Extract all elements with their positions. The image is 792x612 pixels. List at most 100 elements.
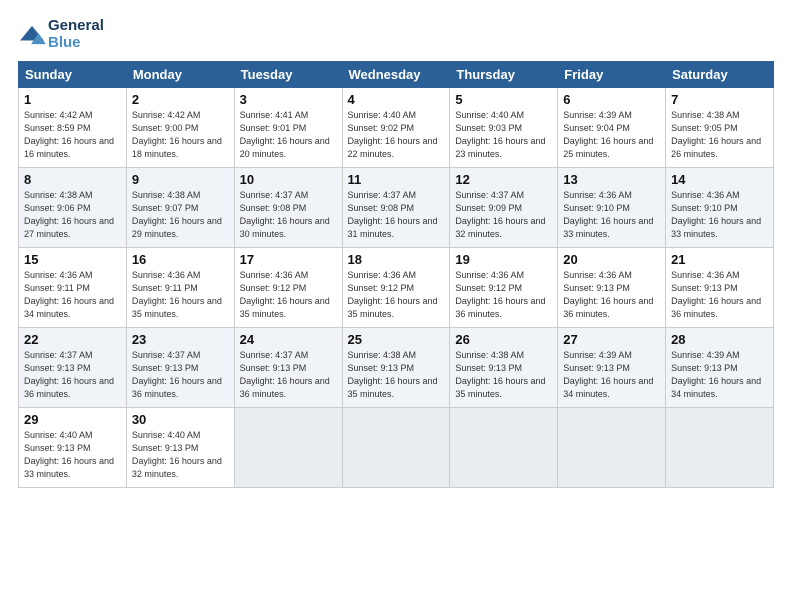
day-info: Sunrise: 4:38 AMSunset: 9:07 PMDaylight:… [132, 189, 229, 241]
day-number: 24 [240, 332, 337, 347]
day-info: Sunrise: 4:36 AMSunset: 9:12 PMDaylight:… [455, 269, 552, 321]
day-number: 6 [563, 92, 660, 107]
day-info: Sunrise: 4:39 AMSunset: 9:13 PMDaylight:… [563, 349, 660, 401]
day-number: 30 [132, 412, 229, 427]
calendar-cell: 10 Sunrise: 4:37 AMSunset: 9:08 PMDayligh… [234, 168, 342, 248]
day-info: Sunrise: 4:37 AMSunset: 9:08 PMDaylight:… [348, 189, 445, 241]
calendar-cell: 14 Sunrise: 4:36 AMSunset: 9:10 PMDayligh… [666, 168, 774, 248]
day-number: 13 [563, 172, 660, 187]
day-number: 14 [671, 172, 768, 187]
day-info: Sunrise: 4:42 AMSunset: 9:00 PMDaylight:… [132, 109, 229, 161]
day-number: 4 [348, 92, 445, 107]
day-info: Sunrise: 4:37 AMSunset: 9:08 PMDaylight:… [240, 189, 337, 241]
calendar-cell [234, 408, 342, 488]
calendar-cell [558, 408, 666, 488]
day-info: Sunrise: 4:38 AMSunset: 9:06 PMDaylight:… [24, 189, 121, 241]
day-info: Sunrise: 4:36 AMSunset: 9:11 PMDaylight:… [24, 269, 121, 321]
day-info: Sunrise: 4:36 AMSunset: 9:10 PMDaylight:… [563, 189, 660, 241]
day-number: 23 [132, 332, 229, 347]
calendar-cell: 4 Sunrise: 4:40 AMSunset: 9:02 PMDaylight… [342, 88, 450, 168]
day-info: Sunrise: 4:39 AMSunset: 9:04 PMDaylight:… [563, 109, 660, 161]
day-info: Sunrise: 4:36 AMSunset: 9:13 PMDaylight:… [563, 269, 660, 321]
calendar-cell: 6 Sunrise: 4:39 AMSunset: 9:04 PMDaylight… [558, 88, 666, 168]
calendar-cell: 13 Sunrise: 4:36 AMSunset: 9:10 PMDayligh… [558, 168, 666, 248]
calendar-cell: 11 Sunrise: 4:37 AMSunset: 9:08 PMDayligh… [342, 168, 450, 248]
calendar-cell: 20 Sunrise: 4:36 AMSunset: 9:13 PMDayligh… [558, 248, 666, 328]
day-info: Sunrise: 4:36 AMSunset: 9:12 PMDaylight:… [348, 269, 445, 321]
calendar-cell: 7 Sunrise: 4:38 AMSunset: 9:05 PMDaylight… [666, 88, 774, 168]
logo-text: General Blue [48, 18, 104, 51]
calendar-cell [450, 408, 558, 488]
day-number: 8 [24, 172, 121, 187]
calendar-table: SundayMondayTuesdayWednesdayThursdayFrid… [18, 61, 774, 488]
calendar-cell: 19 Sunrise: 4:36 AMSunset: 9:12 PMDayligh… [450, 248, 558, 328]
calendar-cell: 22 Sunrise: 4:37 AMSunset: 9:13 PMDayligh… [19, 328, 127, 408]
day-info: Sunrise: 4:38 AMSunset: 9:13 PMDaylight:… [455, 349, 552, 401]
calendar-cell: 24 Sunrise: 4:37 AMSunset: 9:13 PMDayligh… [234, 328, 342, 408]
day-number: 27 [563, 332, 660, 347]
day-number: 29 [24, 412, 121, 427]
day-info: Sunrise: 4:37 AMSunset: 9:13 PMDaylight:… [132, 349, 229, 401]
day-number: 2 [132, 92, 229, 107]
weekday-header: Saturday [666, 62, 774, 88]
day-info: Sunrise: 4:36 AMSunset: 9:10 PMDaylight:… [671, 189, 768, 241]
calendar-cell: 26Sunrise: 4:38 AMSunset: 9:13 PMDayligh… [450, 328, 558, 408]
logo-icon [18, 24, 46, 46]
day-info: Sunrise: 4:38 AMSunset: 9:05 PMDaylight:… [671, 109, 768, 161]
calendar-week-row: 1Sunrise: 4:42 AMSunset: 8:59 PMDaylight… [19, 88, 774, 168]
day-info: Sunrise: 4:38 AMSunset: 9:13 PMDaylight:… [348, 349, 445, 401]
calendar-cell: 21 Sunrise: 4:36 AMSunset: 9:13 PMDayligh… [666, 248, 774, 328]
calendar-cell: 18 Sunrise: 4:36 AMSunset: 9:12 PMDayligh… [342, 248, 450, 328]
calendar-cell: 30 Sunrise: 4:40 AMSunset: 9:13 PMDayligh… [126, 408, 234, 488]
day-number: 12 [455, 172, 552, 187]
weekday-header: Thursday [450, 62, 558, 88]
weekday-header: Friday [558, 62, 666, 88]
calendar-cell: 29 Sunrise: 4:40 AMSunset: 9:13 PMDayligh… [19, 408, 127, 488]
day-info: Sunrise: 4:36 AMSunset: 9:11 PMDaylight:… [132, 269, 229, 321]
day-number: 7 [671, 92, 768, 107]
weekday-header: Wednesday [342, 62, 450, 88]
day-number: 17 [240, 252, 337, 267]
calendar-cell: 15 Sunrise: 4:36 AMSunset: 9:11 PMDayligh… [19, 248, 127, 328]
calendar-cell: 1Sunrise: 4:42 AMSunset: 8:59 PMDaylight… [19, 88, 127, 168]
page: General Blue SundayMondayTuesdayWednesda… [0, 0, 792, 612]
day-number: 20 [563, 252, 660, 267]
day-info: Sunrise: 4:40 AMSunset: 9:03 PMDaylight:… [455, 109, 552, 161]
day-number: 21 [671, 252, 768, 267]
day-info: Sunrise: 4:37 AMSunset: 9:09 PMDaylight:… [455, 189, 552, 241]
day-number: 19 [455, 252, 552, 267]
day-number: 25 [348, 332, 445, 347]
day-number: 28 [671, 332, 768, 347]
day-info: Sunrise: 4:37 AMSunset: 9:13 PMDaylight:… [24, 349, 121, 401]
calendar-week-row: 8 Sunrise: 4:38 AMSunset: 9:06 PMDaylight… [19, 168, 774, 248]
day-info: Sunrise: 4:41 AMSunset: 9:01 PMDaylight:… [240, 109, 337, 161]
calendar-cell: 12 Sunrise: 4:37 AMSunset: 9:09 PMDayligh… [450, 168, 558, 248]
day-info: Sunrise: 4:40 AMSunset: 9:13 PMDaylight:… [24, 429, 121, 481]
calendar-cell: 5Sunrise: 4:40 AMSunset: 9:03 PMDaylight… [450, 88, 558, 168]
day-number: 10 [240, 172, 337, 187]
day-info: Sunrise: 4:40 AMSunset: 9:02 PMDaylight:… [348, 109, 445, 161]
calendar-cell: 2 Sunrise: 4:42 AMSunset: 9:00 PMDaylight… [126, 88, 234, 168]
calendar-cell: 27 Sunrise: 4:39 AMSunset: 9:13 PMDayligh… [558, 328, 666, 408]
day-info: Sunrise: 4:36 AMSunset: 9:12 PMDaylight:… [240, 269, 337, 321]
day-info: Sunrise: 4:37 AMSunset: 9:13 PMDaylight:… [240, 349, 337, 401]
calendar-cell [666, 408, 774, 488]
calendar-cell: 9 Sunrise: 4:38 AMSunset: 9:07 PMDaylight… [126, 168, 234, 248]
day-info: Sunrise: 4:40 AMSunset: 9:13 PMDaylight:… [132, 429, 229, 481]
day-info: Sunrise: 4:36 AMSunset: 9:13 PMDaylight:… [671, 269, 768, 321]
weekday-header: Tuesday [234, 62, 342, 88]
weekday-header: Monday [126, 62, 234, 88]
day-number: 18 [348, 252, 445, 267]
weekday-header: Sunday [19, 62, 127, 88]
calendar-cell: 23 Sunrise: 4:37 AMSunset: 9:13 PMDayligh… [126, 328, 234, 408]
day-number: 15 [24, 252, 121, 267]
day-number: 16 [132, 252, 229, 267]
calendar-cell: 8 Sunrise: 4:38 AMSunset: 9:06 PMDaylight… [19, 168, 127, 248]
day-number: 9 [132, 172, 229, 187]
calendar-cell: 16 Sunrise: 4:36 AMSunset: 9:11 PMDayligh… [126, 248, 234, 328]
day-number: 22 [24, 332, 121, 347]
day-info: Sunrise: 4:42 AMSunset: 8:59 PMDaylight:… [24, 109, 121, 161]
day-number: 11 [348, 172, 445, 187]
calendar-cell: 17 Sunrise: 4:36 AMSunset: 9:12 PMDayligh… [234, 248, 342, 328]
day-number: 3 [240, 92, 337, 107]
